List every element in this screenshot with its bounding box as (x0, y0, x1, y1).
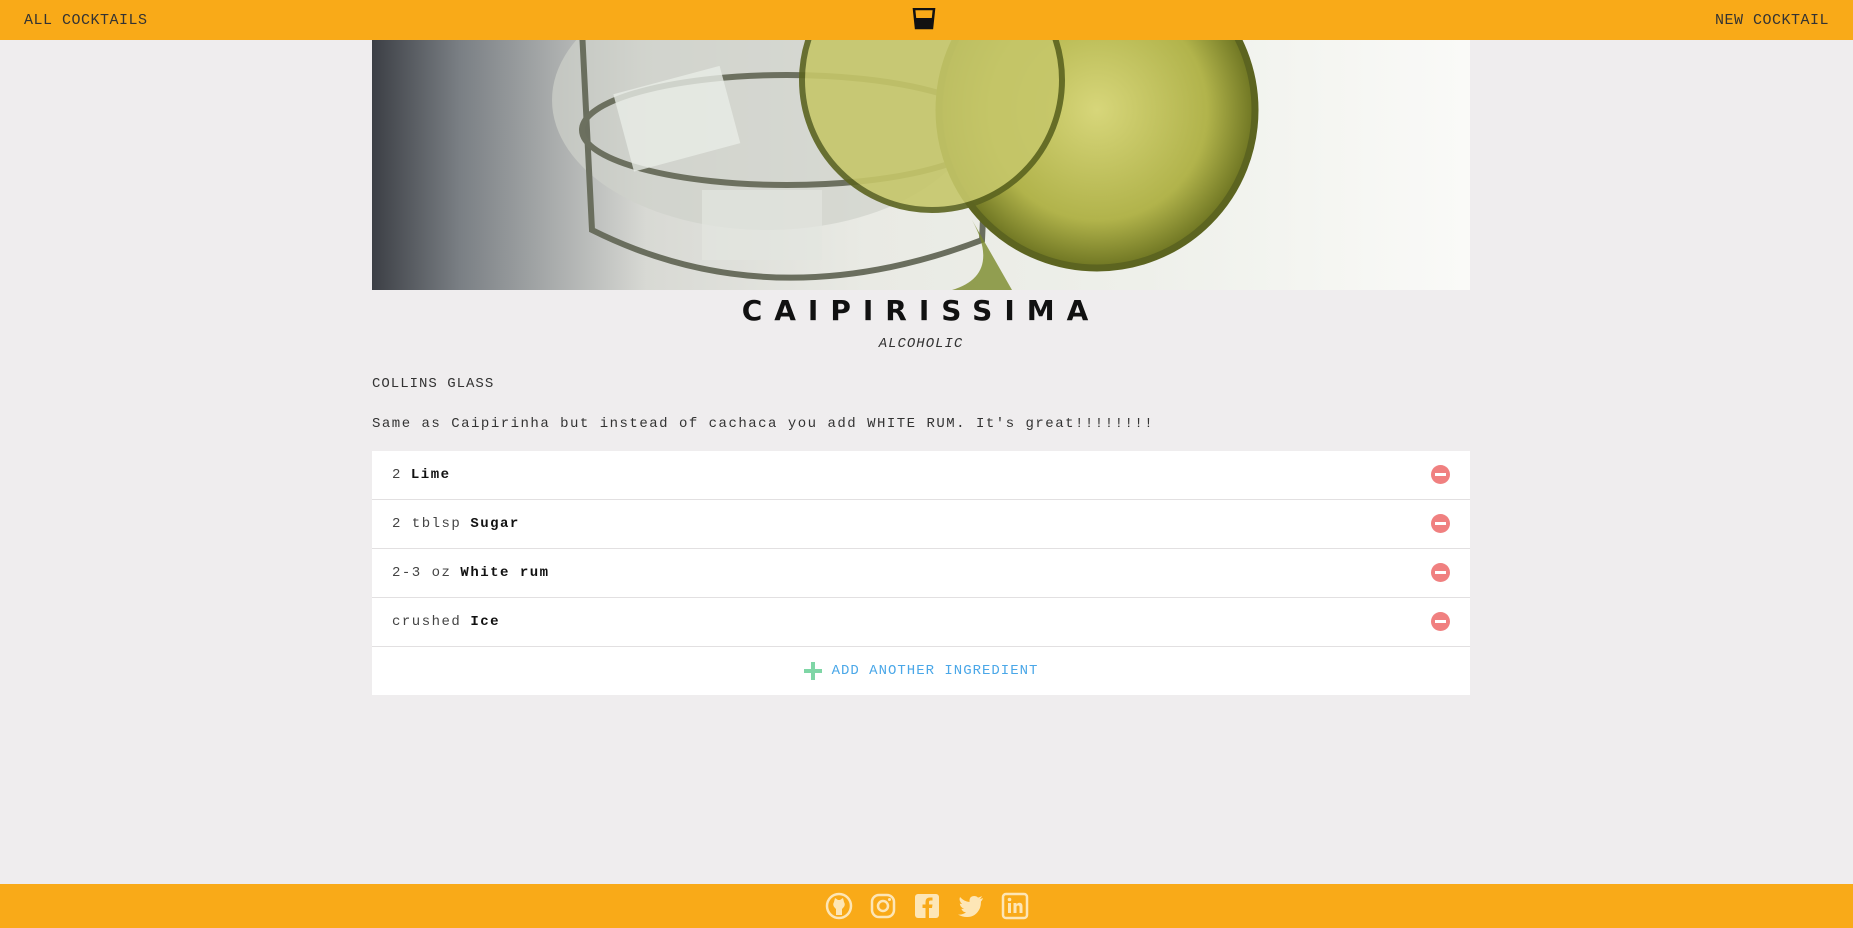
ingredient-row: 2-3 oz White rum (372, 549, 1470, 598)
cocktail-photo-graphic (552, 40, 1259, 290)
linkedin-icon[interactable] (1001, 892, 1029, 920)
cocktail-description: Same as Caipirinha but instead of cachac… (372, 416, 1155, 432)
facebook-icon[interactable] (913, 892, 941, 920)
cocktail-name: CAIPIRISSIMA (741, 294, 1101, 327)
cocktail-glass: COLLINS GLASS (372, 376, 495, 392)
ingredient-row: 2 Lime (372, 451, 1470, 500)
remove-ingredient-icon[interactable] (1431, 612, 1450, 631)
ingredient-name: Sugar (470, 516, 520, 532)
ingredient-row: 2 tblsp Sugar (372, 500, 1470, 549)
ingredient-name: Ice (470, 614, 501, 630)
ingredient-list: 2 Lime 2 tblsp Sugar 2-3 oz White rum cr… (372, 451, 1470, 695)
add-ingredient-button[interactable]: ADD ANOTHER INGREDIENT (372, 647, 1470, 695)
cocktail-glass-icon[interactable] (912, 8, 936, 30)
remove-ingredient-icon[interactable] (1431, 563, 1450, 582)
ingredient-measure: 2 (392, 467, 402, 483)
github-icon[interactable] (825, 892, 853, 920)
ingredient-name: White rum (460, 565, 550, 581)
instagram-icon[interactable] (869, 892, 897, 920)
ingredient-measure: crushed (392, 614, 462, 630)
top-navbar: ALL COCKTAILS NEW COCKTAIL (0, 0, 1853, 40)
ingredient-name: Lime (410, 467, 451, 483)
cocktail-photo (372, 40, 1470, 290)
plus-icon (803, 662, 822, 680)
add-ingredient-label: ADD ANOTHER INGREDIENT (831, 663, 1039, 679)
ingredient-row: crushed Ice (372, 598, 1470, 647)
all-cocktails-link[interactable]: ALL COCKTAILS (24, 12, 148, 29)
remove-ingredient-icon[interactable] (1431, 514, 1450, 533)
ingredient-measure: 2 tblsp (392, 516, 462, 532)
remove-ingredient-icon[interactable] (1431, 465, 1450, 484)
cocktail-category: ALCOHOLIC (878, 336, 964, 352)
new-cocktail-link[interactable]: NEW COCKTAIL (1715, 12, 1829, 29)
twitter-icon[interactable] (957, 892, 985, 920)
footer (0, 884, 1853, 928)
ingredient-measure: 2-3 oz (392, 565, 452, 581)
